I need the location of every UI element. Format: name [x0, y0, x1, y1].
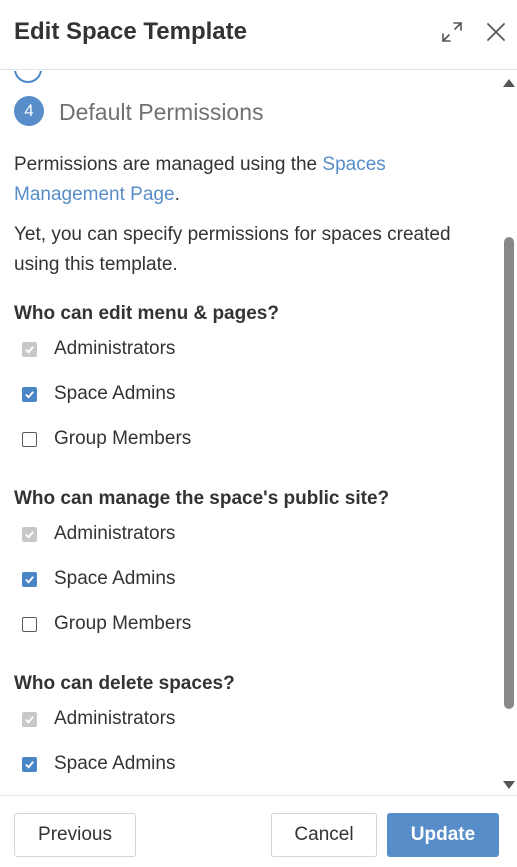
checkbox-label: Space Admins [54, 753, 176, 774]
checkbox-label: Administrators [54, 338, 176, 359]
close-icon[interactable] [484, 20, 508, 44]
scrollbar-thumb[interactable] [504, 237, 514, 709]
section-title-delete-spaces: Who can delete spaces? [14, 673, 235, 694]
checkbox-label: Space Admins [54, 383, 176, 404]
checkbox-checked[interactable] [22, 572, 37, 587]
scroll-up-arrow-icon[interactable] [503, 79, 515, 87]
checkbox-checked[interactable] [22, 757, 37, 772]
update-button[interactable]: Update [387, 813, 499, 857]
intro-text: Permissions are managed using the Spaces… [14, 150, 484, 210]
vertical-scrollbar[interactable] [501, 71, 517, 795]
scroll-down-arrow-icon[interactable] [503, 781, 515, 789]
checkbox-label: Administrators [54, 523, 176, 544]
previous-button[interactable]: Previous [14, 813, 136, 857]
checkbox-unchecked[interactable] [22, 617, 37, 632]
checkbox-label: Group Members [54, 613, 192, 634]
step-number-badge: 4 [14, 96, 44, 126]
checkbox-label: Space Admins [54, 568, 176, 589]
dialog-body: 4 Default Permissions Permissions are ma… [0, 71, 501, 795]
intro-text-before: Permissions are managed using the [14, 154, 323, 175]
dialog-title: Edit Space Template [14, 18, 247, 45]
checkbox-label: Group Members [54, 428, 192, 449]
section-title-public-site: Who can manage the space's public site? [14, 488, 390, 509]
checkbox-disabled[interactable] [22, 527, 37, 542]
checkbox-disabled[interactable] [22, 342, 37, 357]
intro-text-after: . [174, 184, 180, 205]
dialog-header: Edit Space Template [0, 0, 517, 70]
step-title: Default Permissions [59, 99, 264, 125]
checkbox-checked[interactable] [22, 387, 37, 402]
intro-note: Yet, you can specify permissions for spa… [14, 224, 451, 275]
cancel-button[interactable]: Cancel [271, 813, 377, 857]
dialog-footer: Previous Cancel Update [0, 795, 517, 867]
checkbox-disabled[interactable] [22, 712, 37, 727]
previous-step-circle [14, 71, 42, 83]
expand-icon[interactable] [440, 20, 464, 44]
checkbox-unchecked[interactable] [22, 432, 37, 447]
section-title-edit-menu: Who can edit menu & pages? [14, 303, 279, 324]
checkbox-label: Administrators [54, 708, 176, 729]
